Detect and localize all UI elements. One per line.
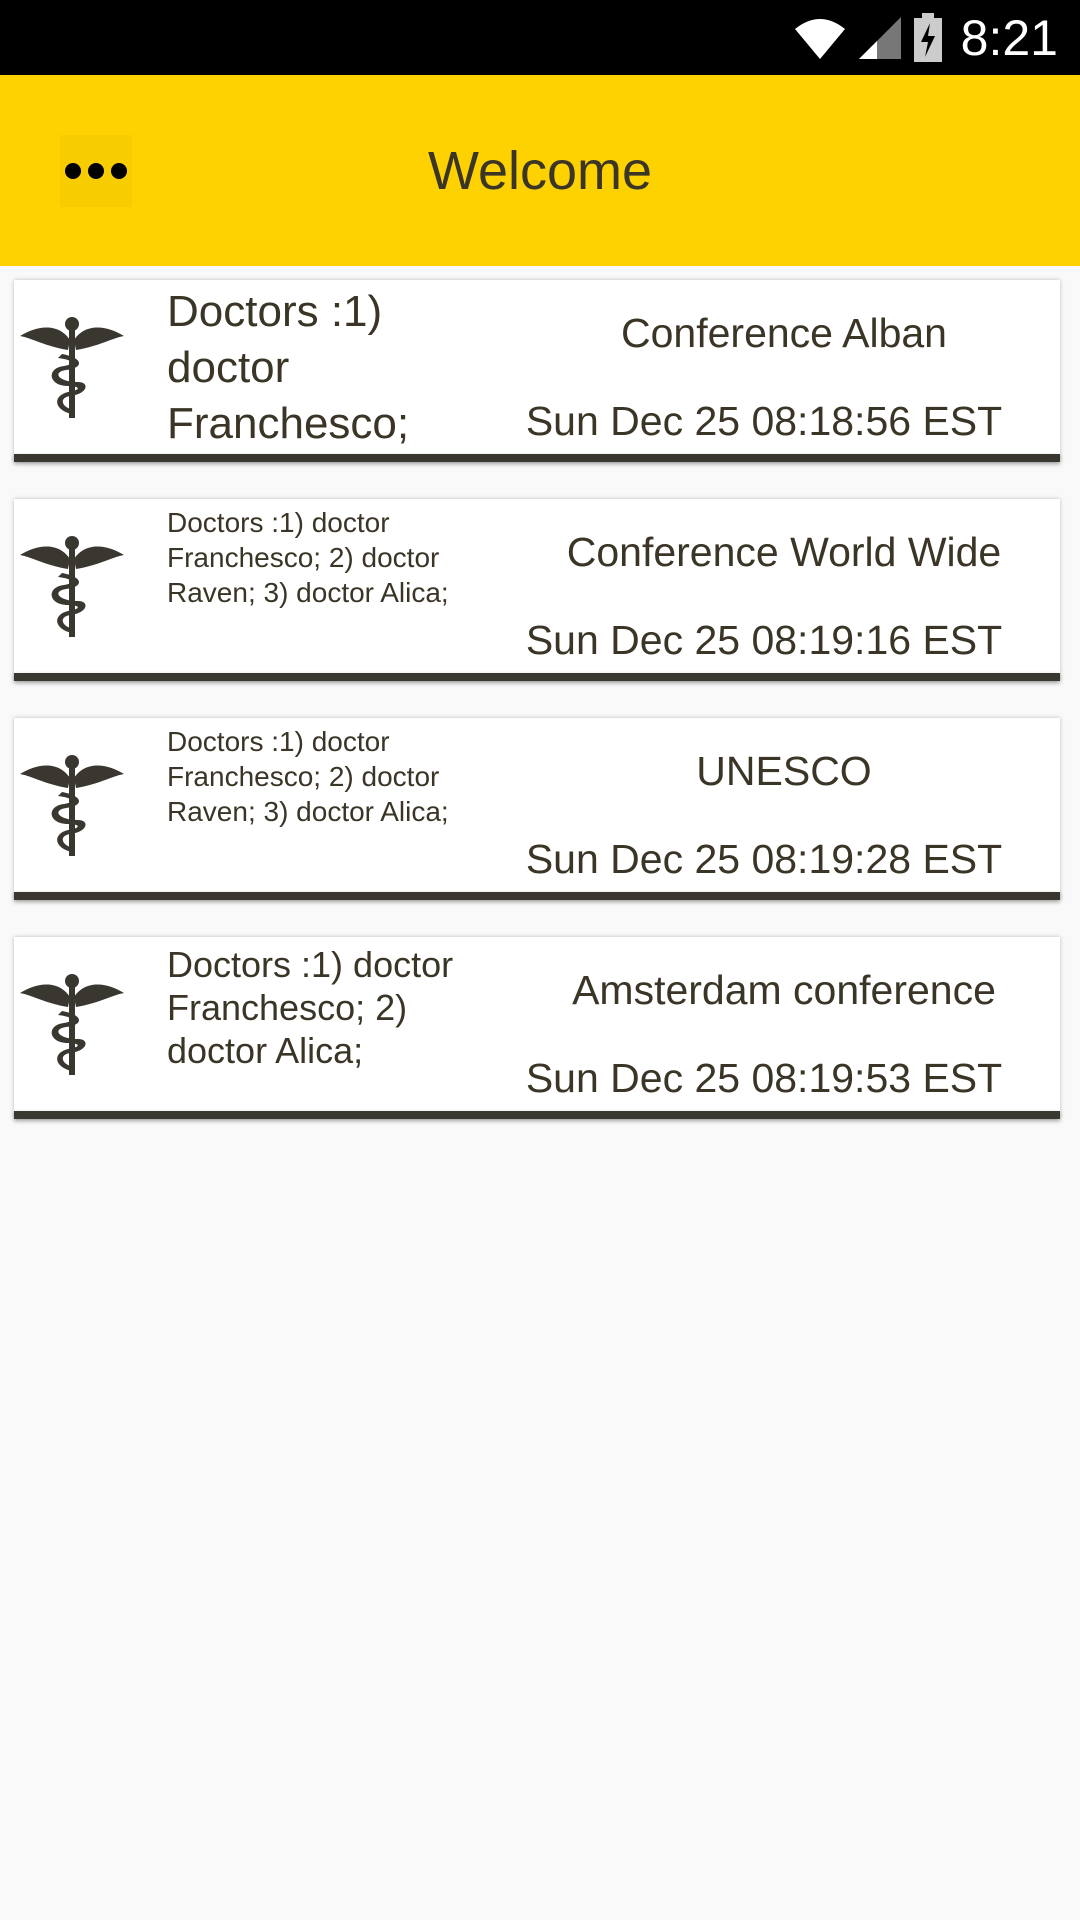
- status-time: 8:21: [960, 9, 1058, 66]
- conference-date: Sun Dec 25 08:19:53 EST: [525, 1055, 1003, 1101]
- conference-card[interactable]: Doctors :1) doctor Franchesco; Conferenc…: [14, 280, 1060, 462]
- conference-date: Sun Dec 25 08:19:28 EST: [525, 836, 1003, 882]
- wifi-icon: [794, 18, 845, 59]
- status-bar: 8:21: [0, 0, 1080, 75]
- signal-icon: [858, 16, 901, 59]
- caduceus-icon: [20, 536, 124, 637]
- conference-date: Sun Dec 25 08:18:56 EST: [525, 398, 1003, 444]
- status-icons: 8:21: [793, 0, 1058, 75]
- battery-charging-icon: [913, 12, 942, 62]
- caduceus-icon: [20, 755, 124, 856]
- conference-date: Sun Dec 25 08:19:16 EST: [525, 617, 1003, 663]
- doctors-list: Doctors :1) doctor Franchesco; 2) doctor…: [167, 726, 449, 827]
- more-options-button[interactable]: [60, 135, 132, 207]
- conference-card[interactable]: Doctors :1) doctor Franchesco; 2) doctor…: [14, 937, 1060, 1119]
- app-bar: Welcome: [0, 75, 1080, 266]
- doctors-list: Doctors :1) doctor Franchesco; 2) doctor…: [167, 507, 449, 608]
- page-title: Welcome: [427, 140, 653, 201]
- doctors-list: Doctors :1) doctor Franchesco; 2) doctor…: [167, 944, 454, 1071]
- conference-card[interactable]: Doctors :1) doctor Franchesco; 2) doctor…: [14, 718, 1060, 900]
- conference-card[interactable]: Doctors :1) doctor Franchesco; 2) doctor…: [14, 499, 1060, 681]
- conference-name: Conference Alban: [621, 310, 947, 356]
- conference-name: Conference World Wide: [566, 529, 1002, 575]
- more-dots-icon: [65, 163, 127, 179]
- doctors-list: Doctors :1) doctor Franchesco;: [167, 287, 410, 448]
- conference-name: UNESCO: [696, 748, 872, 794]
- caduceus-icon: [20, 317, 124, 418]
- caduceus-icon: [20, 974, 124, 1075]
- conference-name: Amsterdam conference: [572, 967, 996, 1013]
